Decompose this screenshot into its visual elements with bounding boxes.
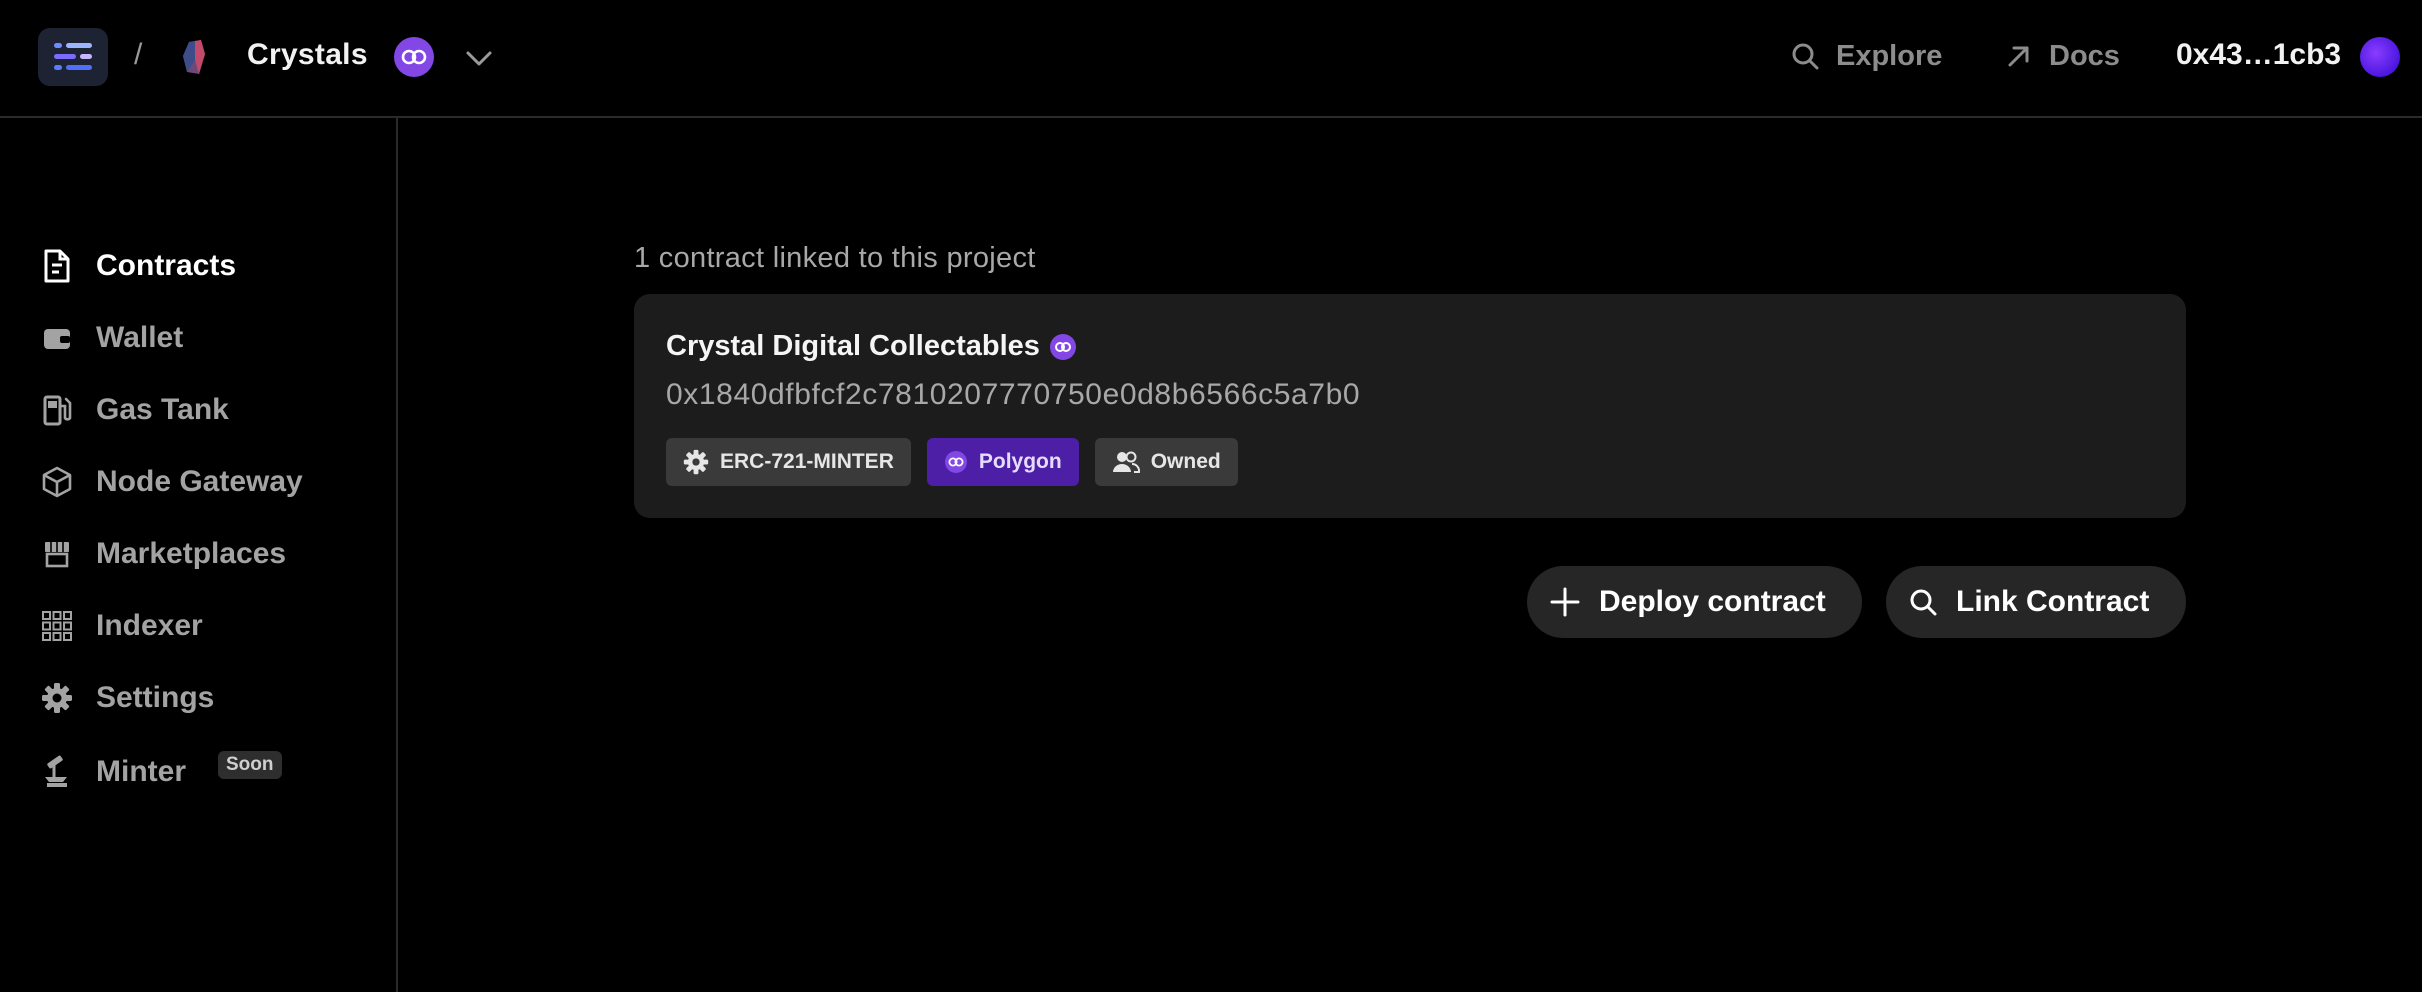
linked-contracts-count: 1 contract linked to this project: [634, 242, 1036, 274]
minter-icon: [40, 755, 74, 789]
gear-icon: [40, 681, 74, 715]
sidebar: Contracts Wallet Gas Tank Node Gateway M…: [0, 118, 398, 992]
contract-tags: ERC-721-MINTER Polygon Owned: [666, 438, 1238, 486]
nav-docs-link[interactable]: Docs: [2005, 36, 2120, 76]
chain-label: Polygon: [978, 450, 1062, 473]
polygon-chain-icon: [1049, 333, 1076, 360]
sidebar-item-node-gateway[interactable]: Node Gateway: [40, 460, 303, 504]
storefront-icon: [40, 537, 74, 571]
link-contract-label: Link Contract: [1956, 585, 2150, 618]
contract-standard-tag: ERC-721-MINTER: [666, 438, 911, 486]
sidebar-item-label: Wallet: [96, 321, 184, 354]
sidebar-item-minter[interactable]: Minter Soon: [40, 750, 282, 794]
users-icon: [1112, 451, 1140, 473]
sidebar-item-label: Indexer: [96, 609, 203, 642]
contract-address: 0x1840dfbfcf2c7810207770750e0d8b6566c5a7…: [666, 378, 1361, 411]
ownership-label: Owned: [1150, 450, 1221, 473]
cube-icon: [40, 465, 74, 499]
menu-logo-icon: [54, 43, 92, 70]
link-contract-button[interactable]: Link Contract: [1886, 566, 2186, 638]
sidebar-item-label: Contracts: [96, 249, 237, 282]
deploy-contract-button[interactable]: Deploy contract: [1527, 566, 1862, 638]
sidebar-item-label: Marketplaces: [96, 537, 287, 570]
sidebar-item-label: Gas Tank: [96, 393, 229, 426]
soon-badge: Soon: [218, 751, 282, 779]
contract-standard-label: ERC-721-MINTER: [720, 450, 894, 473]
polygon-chain-icon: [944, 451, 967, 473]
nav-explore-link[interactable]: Explore: [1790, 36, 1942, 76]
search-icon: [1792, 43, 1819, 70]
sidebar-item-contracts[interactable]: Contracts: [40, 244, 236, 288]
sidebar-item-label: Settings: [96, 681, 215, 714]
wallet-address[interactable]: 0x43…1cb3: [2176, 38, 2341, 72]
breadcrumb-separator: /: [134, 38, 143, 71]
project-avatar: [183, 40, 205, 74]
contract-icon: [40, 249, 74, 283]
search-icon: [1910, 589, 1937, 616]
polygon-chain-icon: [394, 37, 434, 77]
chain-tag: Polygon: [926, 438, 1079, 486]
app-logo[interactable]: [38, 28, 108, 86]
arrow-up-right-icon: [2008, 46, 2029, 67]
gas-pump-icon: [40, 393, 74, 427]
gear-icon: [683, 449, 709, 475]
top-bar: / Crystals Explore Docs 0x43…1cb3: [0, 0, 2422, 118]
contract-name-row: Crystal Digital Collectables: [666, 330, 1076, 363]
chevron-down-icon[interactable]: [463, 42, 495, 74]
nav-explore-label: Explore: [1836, 39, 1943, 72]
sidebar-item-label: Minter: [96, 755, 186, 788]
plus-icon: [1550, 587, 1580, 617]
contract-card[interactable]: Crystal Digital Collectables 0x1840dfbfc…: [634, 294, 2186, 518]
grid-icon: [40, 609, 74, 643]
nav-docs-label: Docs: [2049, 39, 2120, 72]
wallet-avatar[interactable]: [2360, 37, 2400, 77]
sidebar-item-settings[interactable]: Settings: [40, 676, 214, 720]
sidebar-item-marketplaces[interactable]: Marketplaces: [40, 532, 286, 576]
sidebar-item-label: Node Gateway: [96, 465, 303, 498]
contract-name: Crystal Digital Collectables: [666, 330, 1040, 362]
sidebar-item-gas-tank[interactable]: Gas Tank: [40, 388, 229, 432]
wallet-icon: [40, 321, 74, 355]
ownership-tag: Owned: [1094, 438, 1238, 486]
deploy-contract-label: Deploy contract: [1599, 585, 1826, 618]
sidebar-item-wallet[interactable]: Wallet: [40, 316, 183, 360]
project-name[interactable]: Crystals: [247, 38, 368, 72]
sidebar-item-indexer[interactable]: Indexer: [40, 604, 203, 648]
